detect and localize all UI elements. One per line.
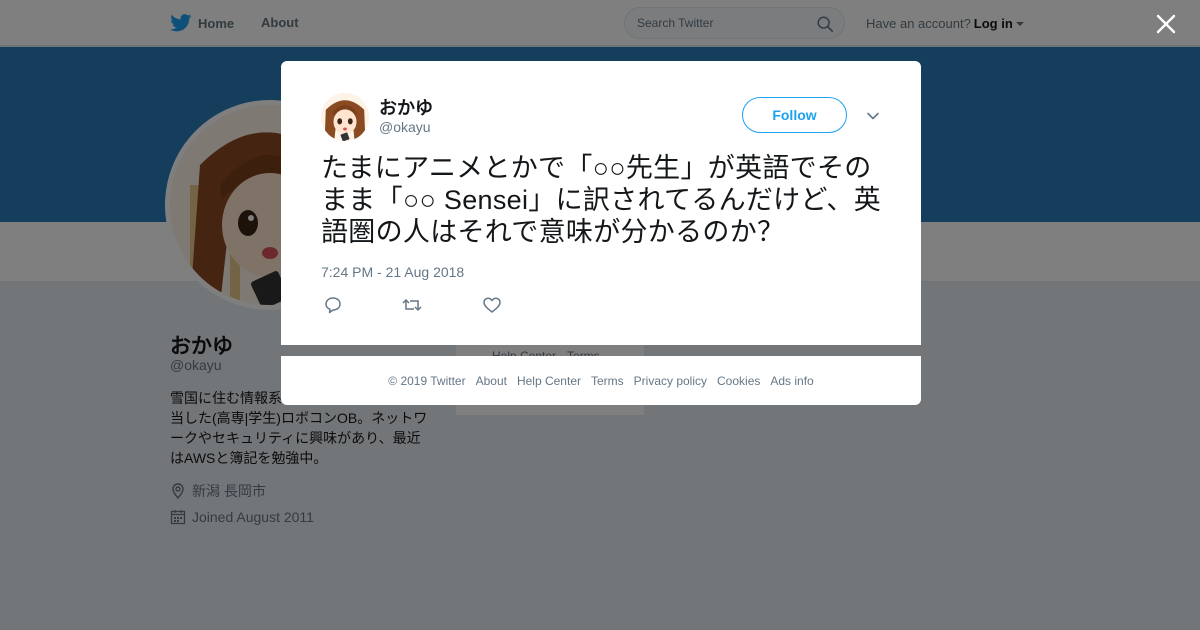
footer-copyright: © 2019 Twitter bbox=[388, 374, 466, 388]
modal-footer: © 2019 Twitter About Help Center Terms P… bbox=[281, 356, 921, 405]
footer-links: © 2019 Twitter About Help Center Terms P… bbox=[281, 374, 921, 388]
footer-link-about[interactable]: About bbox=[474, 374, 509, 388]
avatar-illustration-small bbox=[321, 93, 369, 141]
follow-button[interactable]: Follow bbox=[742, 97, 847, 133]
retweet-icon[interactable] bbox=[401, 295, 423, 315]
tweet-author-name[interactable]: おかゆ bbox=[379, 94, 433, 120]
reply-icon[interactable] bbox=[322, 295, 344, 315]
tweet-author-avatar[interactable] bbox=[321, 93, 369, 141]
footer-link-privacy-policy[interactable]: Privacy policy bbox=[632, 374, 709, 388]
tweet-text: たまにアニメとかで「○○先生」が英語でそのまま「○○ Sensei」に訳されてる… bbox=[321, 153, 882, 247]
footer-link-help-center[interactable]: Help Center bbox=[515, 374, 583, 388]
like-icon[interactable] bbox=[481, 295, 503, 315]
footer-link-terms[interactable]: Terms bbox=[589, 374, 626, 388]
tweet-timestamp[interactable]: 7:24 PM - 21 Aug 2018 bbox=[321, 264, 464, 280]
close-icon[interactable] bbox=[1154, 12, 1178, 36]
tweet-author-handle[interactable]: @okayu bbox=[379, 119, 431, 135]
footer-link-cookies[interactable]: Cookies bbox=[715, 374, 762, 388]
chevron-down-icon[interactable] bbox=[865, 108, 881, 124]
footer-link-ads-info[interactable]: Ads info bbox=[768, 374, 815, 388]
tweet-card: おかゆ @okayu Follow たまにアニメとかで「○○先生」が英語でそのま… bbox=[281, 61, 921, 345]
